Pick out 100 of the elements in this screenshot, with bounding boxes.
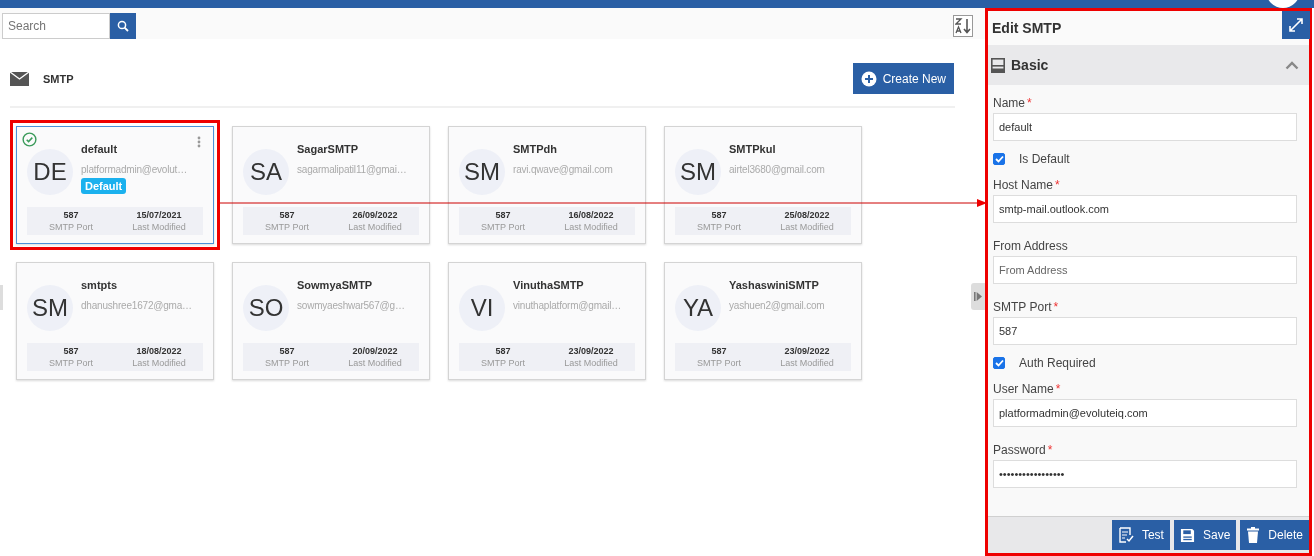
input-field[interactable]: ••••••••••••••••• <box>993 460 1297 488</box>
smtp-card[interactable]: VI VinuthaSMTP vinuthaplatform@gmail… 587 SMTP Port 23/09/2022 Last Modified <box>448 262 646 380</box>
form-icon <box>991 57 1005 73</box>
stat-value: 587 <box>495 346 511 356</box>
card-email: dhanushree1672@gma… <box>81 300 192 311</box>
stat-label: Last Modified <box>348 358 402 368</box>
section-title: Basic <box>1011 57 1049 73</box>
stat-value: 587 <box>279 346 295 356</box>
search-button[interactable] <box>110 13 136 39</box>
sort-button[interactable] <box>953 15 973 37</box>
panel-title: Edit SMTP <box>992 20 1062 36</box>
delete-button[interactable]: Delete <box>1240 520 1309 550</box>
search-icon <box>117 20 129 32</box>
card-email: sagarmalipatil11@gmai… <box>297 164 407 175</box>
input-field[interactable]: platformadmin@evoluteiq.com <box>993 399 1297 427</box>
checkbox[interactable] <box>993 357 1005 369</box>
field-label: Host Name * <box>993 178 1061 192</box>
smtp-card[interactable]: YA YashaswiniSMTP yashuen2@gmail.com 587 SMTP Port 23/09/2022 Last Modified <box>664 262 862 380</box>
card-email: yashuen2@gmail.com <box>729 300 825 311</box>
card-title: VinuthaSMTP <box>513 279 585 291</box>
stat-label: SMTP Port <box>481 222 525 232</box>
stat-value: 25/08/2022 <box>784 210 830 220</box>
stat-label: SMTP Port <box>49 358 93 368</box>
stat-value: 587 <box>711 210 727 220</box>
smtp-card[interactable]: SM smtpts dhanushree1672@gma… 587 SMTP Port 18/08/2022 Last Modified <box>16 262 214 380</box>
envelope-icon <box>10 71 29 86</box>
sort-icon <box>955 17 971 35</box>
section-header[interactable]: Basic <box>988 45 1309 85</box>
stat-label: SMTP Port <box>49 222 93 232</box>
stat-value: 587 <box>63 346 79 356</box>
smtp-card[interactable]: SO SowmyaSMTP sowmyaeshwar567@g… 587 SMTP Port 20/09/2022 Last Modified <box>232 262 430 380</box>
avatar-initials: SM <box>675 149 721 195</box>
avatar-initials: SA <box>243 149 289 195</box>
stat-label: SMTP Port <box>265 222 309 232</box>
field-label: User Name * <box>993 382 1062 396</box>
save-button[interactable]: Save <box>1173 520 1237 550</box>
stat-label: Last Modified <box>132 358 186 368</box>
search-field[interactable]: Search <box>2 13 110 39</box>
stat-label: Last Modified <box>564 358 618 368</box>
stat-label: Last Modified <box>564 222 618 232</box>
required-asterisk: * <box>1027 96 1032 110</box>
stat-label: Last Modified <box>780 358 834 368</box>
stat-value: 18/08/2022 <box>136 346 182 356</box>
field-label: From Address <box>993 239 1069 253</box>
input-field[interactable]: From Address <box>993 256 1297 284</box>
create-new-button[interactable]: Create New <box>852 63 954 94</box>
card-title: smtpts <box>81 279 119 291</box>
test-button[interactable]: Test <box>1111 520 1170 550</box>
card-email: platformadmin@evolut… <box>81 164 187 175</box>
input-field[interactable]: default <box>993 113 1297 141</box>
checkbox[interactable] <box>993 153 1005 165</box>
checklist-icon <box>1117 527 1134 543</box>
smtp-card[interactable]: SM SMTPkul airtel3680@gmail.com 587 SMTP Port 25/08/2022 Last Modified <box>664 126 862 244</box>
required-asterisk: * <box>1055 178 1060 192</box>
avatar-initials: YA <box>675 285 721 331</box>
expand-button[interactable] <box>1282 11 1310 39</box>
card-title: default <box>81 143 119 155</box>
field-label: Password * <box>993 443 1054 457</box>
card-email: airtel3680@gmail.com <box>729 164 825 175</box>
stat-value: 15/07/2021 <box>136 210 182 220</box>
input-field[interactable]: 587 <box>993 317 1297 345</box>
stat-value: 587 <box>279 210 295 220</box>
stat-value: 587 <box>495 210 511 220</box>
input-field[interactable]: smtp-mail.outlook.com <box>993 195 1297 223</box>
stat-value: 23/09/2022 <box>784 346 830 356</box>
required-asterisk: * <box>1053 300 1059 314</box>
avatar-initials: SO <box>243 285 289 331</box>
required-asterisk: * <box>1047 443 1053 457</box>
field-label: SMTP Port * <box>993 300 1060 314</box>
stat-label: SMTP Port <box>481 358 525 368</box>
avatar-initials: DE <box>27 149 73 195</box>
avatar-initials: VI <box>459 285 505 331</box>
card-title: SowmyaSMTP <box>297 279 374 291</box>
smtp-card[interactable]: SM SMTPdh ravi.qwave@gmail.com 587 SMTP Port 16/08/2022 Last Modified <box>448 126 646 244</box>
card-email: vinuthaplatform@gmail… <box>513 300 622 311</box>
collapse-handle[interactable] <box>971 283 985 310</box>
checkbox-label: Auth Required <box>1019 356 1096 370</box>
play-bar-icon <box>974 292 982 301</box>
card-email: ravi.qwave@gmail.com <box>513 164 613 175</box>
card-title: SagarSMTP <box>297 143 360 155</box>
card-title: SMTPdh <box>513 143 558 155</box>
check-circle-icon <box>22 132 37 147</box>
plus-circle-icon <box>860 70 877 87</box>
stat-label: SMTP Port <box>697 358 741 368</box>
smtp-card[interactable]: SA SagarSMTP sagarmalipatil11@gmai… 587 SMTP Port 26/09/2022 Last Modified <box>232 126 430 244</box>
chevron-up-icon <box>1285 60 1299 70</box>
stat-value: 20/09/2022 <box>352 346 398 356</box>
stat-value: 26/09/2022 <box>352 210 398 220</box>
stat-label: Last Modified <box>348 222 402 232</box>
side-handle[interactable] <box>0 285 3 310</box>
stat-value: 587 <box>711 346 727 356</box>
card-email: sowmyaeshwar567@g… <box>297 300 405 311</box>
kebab-menu-icon[interactable] <box>197 136 201 148</box>
section-title: SMTP <box>43 72 74 85</box>
default-badge: Default <box>81 178 127 194</box>
checkbox-label: Is Default <box>1019 152 1070 166</box>
trash-icon <box>1246 527 1261 543</box>
expand-icon <box>1289 18 1303 32</box>
stat-value: 16/08/2022 <box>568 210 614 220</box>
required-asterisk: * <box>1055 382 1061 396</box>
